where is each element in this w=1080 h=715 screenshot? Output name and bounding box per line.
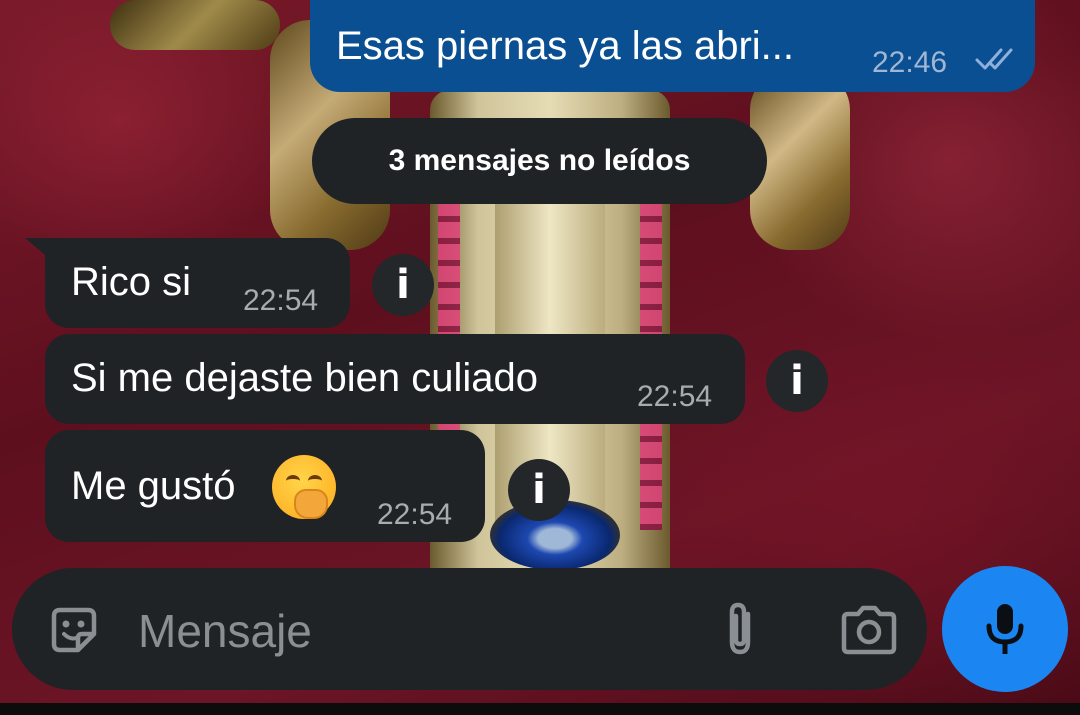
hand-over-mouth-emoji xyxy=(272,455,336,519)
sticker-icon[interactable] xyxy=(46,602,102,663)
info-icon[interactable]: i xyxy=(766,350,828,412)
message-text: Si me dejaste bien culiado xyxy=(71,356,538,400)
message-time: 22:46 xyxy=(872,46,948,79)
incoming-message-bubble[interactable]: Rico si 22:54 xyxy=(45,238,350,328)
message-time: 22:54 xyxy=(637,380,713,413)
attach-icon[interactable] xyxy=(718,600,762,663)
incoming-message-bubble[interactable]: Me gustó 22:54 xyxy=(45,430,485,542)
unread-messages-banner: 3 mensajes no leídos xyxy=(312,118,767,204)
message-text: Rico si xyxy=(71,260,192,304)
message-input[interactable]: Mensaje xyxy=(138,604,312,658)
navigation-bar xyxy=(0,703,1080,715)
double-check-icon xyxy=(974,44,1020,82)
message-text: Me gustó xyxy=(71,464,236,508)
camera-icon[interactable] xyxy=(838,602,900,663)
message-time: 22:54 xyxy=(377,498,453,531)
message-text: Esas piernas ya las abri... xyxy=(336,24,794,68)
microphone-icon xyxy=(986,604,1024,654)
incoming-message-bubble[interactable]: Si me dejaste bien culiado 22:54 xyxy=(45,334,745,424)
microphone-button[interactable] xyxy=(942,566,1068,692)
wallpaper-ornament xyxy=(110,0,280,50)
outgoing-message-bubble[interactable]: Esas piernas ya las abri... 22:46 xyxy=(310,0,1035,92)
message-time: 22:54 xyxy=(243,284,319,317)
info-icon[interactable]: i xyxy=(372,254,434,316)
info-icon[interactable]: i xyxy=(508,459,570,521)
